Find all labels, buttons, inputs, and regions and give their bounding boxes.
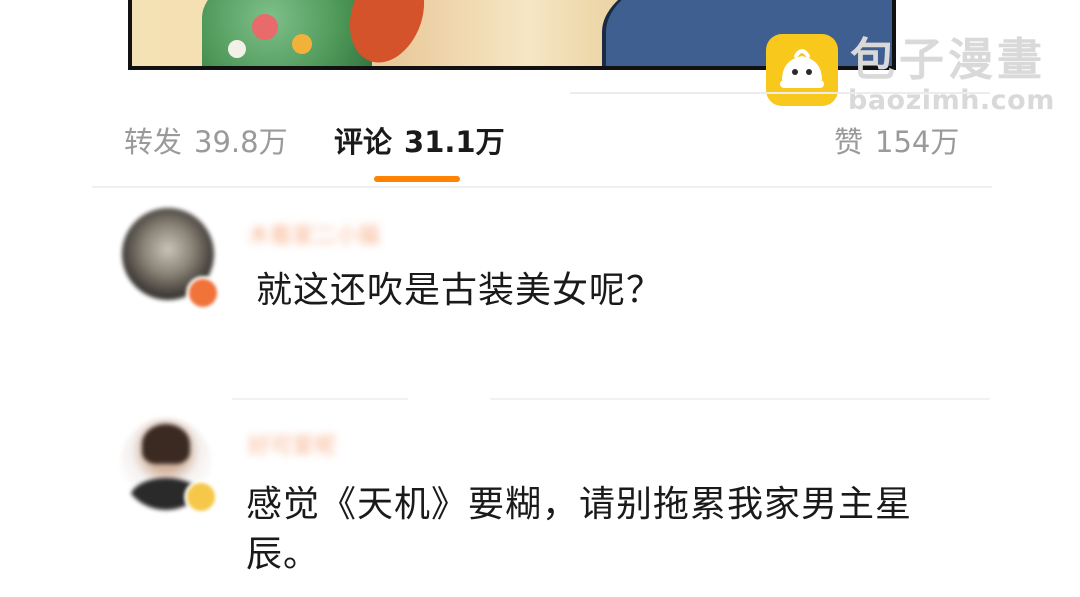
comment-text: 感觉《天机》要糊，请别拖累我家男主星辰。 — [246, 484, 913, 575]
divider — [92, 186, 992, 188]
tab-comment[interactable]: 评论 31.1万 — [334, 122, 505, 162]
divider — [570, 92, 990, 94]
tab-like-count: 154万 — [875, 125, 960, 159]
tab-repost-count: 39.8万 — [194, 125, 288, 159]
comment-username[interactable]: 好可爱呢 — [248, 428, 336, 459]
interaction-tabs: 转发 39.8万 评论 31.1万 赞 154万 — [0, 110, 1080, 190]
tab-comment-count: 31.1万 — [404, 125, 505, 159]
active-tab-indicator — [374, 176, 460, 182]
divider — [490, 398, 990, 400]
watermark-title: 包子漫畫 — [850, 33, 1047, 86]
avatar-hair — [142, 424, 190, 464]
watermark: 包子漫畫 baozimh.com — [766, 34, 1066, 118]
user-badge-icon — [186, 276, 220, 310]
tab-like-label: 赞 — [834, 125, 864, 159]
robe-illustration — [202, 0, 372, 66]
flower-illustration — [252, 14, 278, 40]
flower-illustration — [228, 40, 246, 58]
divider — [232, 398, 408, 400]
tab-like[interactable]: 赞 154万 — [834, 122, 959, 162]
tab-comment-label: 评论 — [334, 125, 393, 159]
user-badge-icon — [184, 480, 218, 514]
flower-illustration — [292, 34, 312, 54]
tab-repost[interactable]: 转发 39.8万 — [124, 122, 288, 162]
baozi-bun-icon — [766, 34, 838, 106]
tab-repost-label: 转发 — [124, 125, 183, 159]
comment-text: 就这还吹是古装美女呢？ — [256, 270, 664, 311]
comment-username[interactable]: 木看家二小猫 — [248, 218, 380, 249]
